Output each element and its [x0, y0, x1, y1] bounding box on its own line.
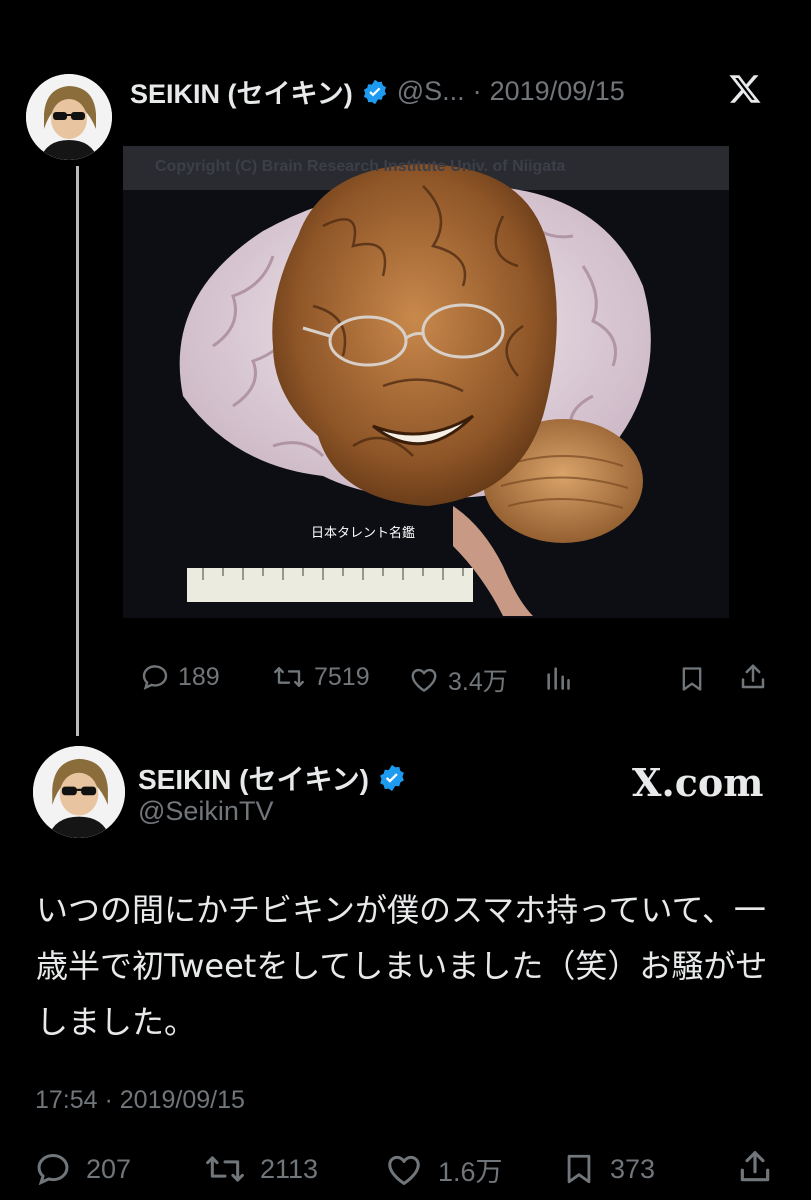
views-button[interactable] — [544, 664, 572, 697]
retweet-button[interactable]: 2113 — [204, 1150, 318, 1188]
reply-icon — [140, 662, 170, 692]
retweet-button[interactable]: 7519 — [272, 662, 370, 692]
x-logo-icon[interactable] — [728, 72, 762, 106]
retweet-icon — [204, 1150, 246, 1188]
reply-count: 207 — [86, 1153, 132, 1184]
like-icon — [384, 1151, 424, 1189]
separator-dot: · — [472, 76, 482, 106]
author-handle[interactable]: @S... — [397, 76, 465, 107]
like-count: 1.6万 — [438, 1157, 503, 1187]
reply-count: 189 — [178, 662, 220, 691]
like-button[interactable]: 3.4万 — [408, 662, 508, 698]
bookmark-icon — [678, 664, 706, 694]
verified-badge-icon — [377, 763, 407, 793]
bookmark-button[interactable]: 373 — [562, 1150, 655, 1188]
tweet-text: いつの間にかチビキンが僕のスマホ持っていて、一歳半で初Tweetをしてしまいまし… — [36, 891, 768, 1041]
main-author-row: SEIKIN (セイキン) — [138, 758, 407, 798]
bookmark-icon — [562, 1150, 596, 1188]
share-button[interactable] — [738, 662, 768, 697]
thread-connector-line — [76, 166, 79, 736]
avatar[interactable] — [26, 74, 112, 160]
reply-icon — [34, 1150, 72, 1188]
bookmark-button[interactable] — [678, 664, 706, 699]
reply-button[interactable]: 189 — [140, 662, 220, 692]
tweet-media-image[interactable]: Copyright (C) Brain Research Institute U… — [123, 146, 729, 618]
like-icon — [408, 665, 440, 695]
reply-button[interactable]: 207 — [34, 1150, 131, 1188]
share-button[interactable] — [736, 1148, 774, 1191]
views-icon — [544, 664, 572, 692]
image-watermark: Copyright (C) Brain Research Institute U… — [155, 158, 566, 175]
author-handle[interactable]: @SeikinTV — [138, 796, 273, 827]
share-icon — [736, 1148, 774, 1186]
avatar[interactable] — [33, 746, 125, 838]
like-button[interactable]: 1.6万 — [384, 1150, 503, 1189]
verified-badge-icon — [361, 78, 389, 106]
author-name[interactable]: SEIKIN (セイキン) — [130, 72, 353, 111]
tweet-date[interactable]: 2019/09/15 — [490, 76, 625, 107]
retweet-count: 2113 — [260, 1153, 319, 1184]
x-com-badge: X.com — [632, 760, 764, 805]
retweet-icon — [272, 662, 306, 692]
tweet-timestamp[interactable]: 17:54 · 2019/09/15 — [35, 1086, 245, 1115]
like-count: 3.4万 — [448, 668, 508, 696]
reply-header: SEIKIN (セイキン) @S... · 2019/09/15 — [130, 72, 625, 111]
bookmark-count: 373 — [610, 1153, 656, 1184]
retweet-count: 7519 — [314, 662, 370, 691]
image-caption: 日本タレント名鑑 — [311, 526, 416, 541]
share-icon — [738, 662, 768, 692]
author-name[interactable]: SEIKIN (セイキン) — [138, 758, 369, 798]
